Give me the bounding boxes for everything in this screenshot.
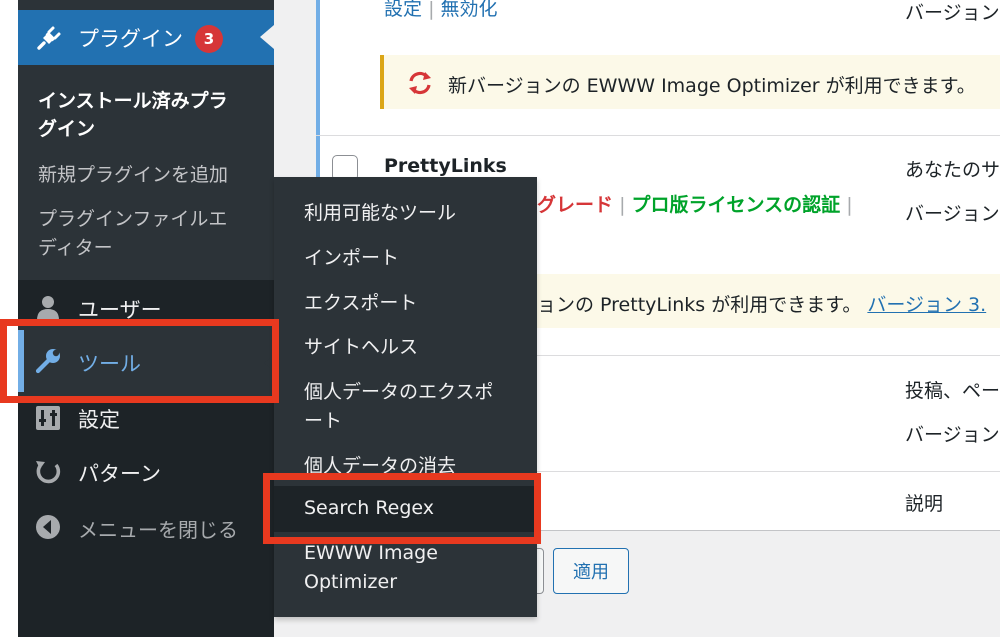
row2-version: バージョン	[905, 203, 1000, 225]
row3-description: 投稿、ペー	[905, 380, 1000, 402]
settings-sliders-icon	[36, 406, 60, 430]
update-notice-message: ョンの PrettyLinks が利用できます。	[537, 294, 862, 316]
update-notice-text: ョンの PrettyLinks が利用できます。 バージョン 3.	[537, 290, 986, 317]
action-separator: |	[846, 194, 853, 216]
annotation-box-search-regex	[263, 473, 541, 544]
wp-admin-screen: 設定 | 無効化 バージョン 新バージョンの EWWW Image Optimi…	[0, 0, 1000, 637]
row2-actions: グレード | プロ版ライセンスの認証 |	[537, 190, 853, 217]
submenu-add-new[interactable]: 新規プラグインを追加	[38, 160, 228, 187]
plugin-name-prettylinks: PrettyLinks	[384, 155, 507, 177]
flyout-item-site-health[interactable]: サイトヘルス	[304, 332, 418, 359]
settings-link[interactable]: 設定	[384, 0, 422, 20]
flyout-item-export[interactable]: エクスポート	[304, 288, 417, 315]
upgrade-link[interactable]: グレード	[537, 194, 613, 216]
plugin-icon	[37, 26, 61, 50]
collapse-menu-icon	[36, 515, 60, 539]
activate-license-link[interactable]: プロ版ライセンスの認証	[632, 194, 841, 216]
flyout-item-ewww-line1[interactable]: EWWW Image	[304, 542, 438, 564]
patterns-icon	[36, 461, 61, 484]
row-divider	[316, 135, 1000, 136]
row2-description: あなたのサ	[905, 159, 1000, 181]
update-icon	[409, 71, 431, 95]
flyout-item-import[interactable]: インポート	[304, 243, 399, 270]
sidebar-item-patterns[interactable]: パターン	[78, 458, 161, 488]
apply-button[interactable]: 適用	[553, 548, 629, 594]
annotation-box-tools	[0, 319, 279, 403]
active-menu-caret	[260, 25, 274, 49]
update-notice-text: 新バージョンの EWWW Image Optimizer が利用できます。	[448, 75, 976, 97]
action-separator: |	[619, 194, 632, 216]
update-count-badge: 3	[195, 25, 223, 53]
sidebar-item-settings[interactable]: 設定	[78, 404, 120, 434]
flyout-item-export-personal-line2[interactable]: ート	[304, 406, 342, 433]
flyout-item-ewww-line2[interactable]: Optimizer	[304, 571, 397, 593]
row1-version: バージョン	[905, 2, 1000, 24]
deactivate-link[interactable]: 無効化	[441, 0, 498, 20]
active-row-indicator	[316, 0, 320, 135]
users-icon	[37, 296, 59, 320]
flyout-item-export-personal-line1[interactable]: 個人データのエクスポ	[304, 377, 493, 404]
collapse-menu-button[interactable]: メニューを閉じる	[78, 514, 238, 543]
flyout-item-available-tools[interactable]: 利用可能なツール	[304, 198, 456, 225]
row3-version: バージョン	[905, 424, 1000, 446]
submenu-file-editor-line1[interactable]: プラグインファイルエ	[38, 204, 227, 231]
submenu-file-editor-line2[interactable]: ディター	[38, 233, 113, 260]
submenu-installed-line2[interactable]: グイン	[38, 114, 95, 141]
description-column-header: 説明	[905, 493, 944, 515]
version-details-link[interactable]: バージョン 3.	[867, 294, 986, 316]
action-separator: |	[428, 0, 441, 20]
submenu-installed-line1[interactable]: インストール済みプラ	[38, 86, 228, 113]
sidebar-top	[18, 0, 274, 10]
row1-actions: 設定 | 無効化	[384, 0, 498, 21]
sidebar-item-plugins-label: プラグイン	[78, 27, 183, 51]
